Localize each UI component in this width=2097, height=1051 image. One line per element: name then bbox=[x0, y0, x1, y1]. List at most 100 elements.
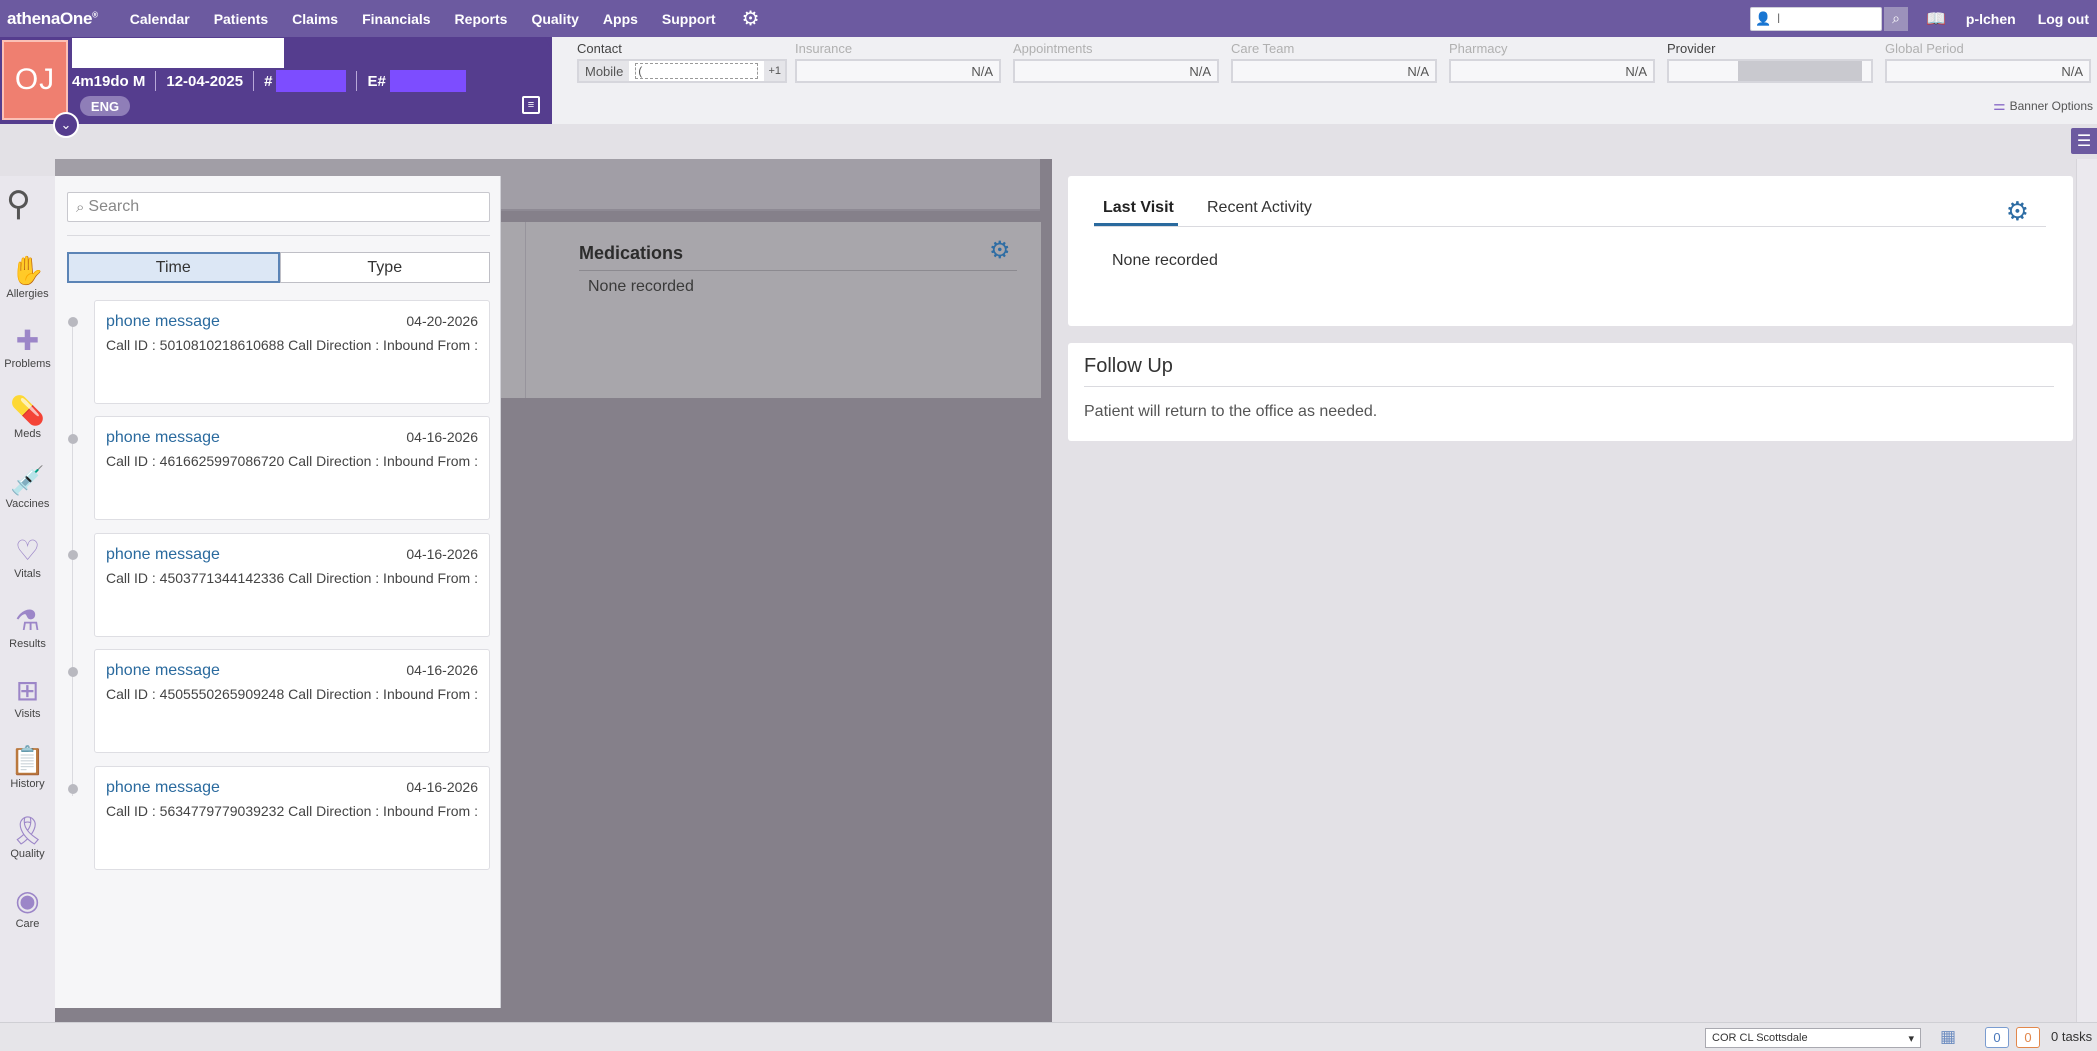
pharmacy-field: Pharmacy N/A bbox=[1449, 41, 1655, 83]
medications-divider bbox=[579, 270, 1017, 271]
calendar-icon[interactable]: ▦ bbox=[1940, 1027, 1956, 1047]
rail-item-allergies[interactable]: ✋ Allergies bbox=[0, 254, 55, 300]
last-visit-empty: None recorded bbox=[1112, 252, 1218, 269]
contact-number[interactable]: ( bbox=[635, 63, 759, 79]
count-badge-blue[interactable]: 0 bbox=[1985, 1027, 2009, 1048]
insurance-box[interactable]: N/A bbox=[795, 59, 1001, 83]
nav-financials[interactable]: Financials bbox=[362, 11, 430, 27]
list-item[interactable]: phone message 04-16-2026 Call ID : 56347… bbox=[94, 766, 490, 870]
timeline-dot bbox=[68, 434, 78, 444]
follow-up-divider bbox=[1084, 386, 2054, 387]
sliders-icon: ⚌ bbox=[1993, 97, 2006, 113]
message-body: Call ID : 5634779779039232 Call Directio… bbox=[106, 803, 478, 819]
message-title[interactable]: phone message bbox=[106, 546, 220, 564]
message-body: Call ID : 5010810218610688 Call Directio… bbox=[106, 337, 478, 353]
last-visit-gear-icon[interactable]: ⚙ bbox=[2006, 196, 2029, 227]
nav-right: 👤 l ⌕ 📖 p-lchen Log out bbox=[1749, 0, 2097, 37]
expand-banner-chevron-icon[interactable]: ⌄ bbox=[53, 112, 79, 138]
list-item[interactable]: phone message 04-16-2026 Call ID : 45055… bbox=[94, 649, 490, 753]
rail-item-results[interactable]: ⚗ Results bbox=[0, 604, 55, 650]
rail-item-care[interactable]: ◉ Care bbox=[0, 884, 55, 930]
rail-item-history[interactable]: 📋 History bbox=[0, 744, 55, 790]
patient-note-icon[interactable]: ≡ bbox=[522, 96, 540, 114]
message-body: Call ID : 4505550265909248 Call Directio… bbox=[106, 686, 478, 702]
nav-support[interactable]: Support bbox=[662, 11, 716, 27]
timeline-flyout: ⌕ Search Time Type phone message 04-20-2… bbox=[55, 176, 501, 1008]
count-badge-orange[interactable]: 0 bbox=[2016, 1027, 2040, 1048]
follow-up-text: Patient will return to the office as nee… bbox=[1084, 403, 1378, 420]
message-date: 04-16-2026 bbox=[406, 429, 478, 445]
message-title[interactable]: phone message bbox=[106, 662, 220, 680]
care-icon: ◉ bbox=[15, 885, 40, 916]
nav-calendar[interactable]: Calendar bbox=[130, 11, 190, 27]
athena-logo[interactable]: athenaOne® bbox=[0, 9, 98, 29]
medications-gear-icon[interactable]: ⚙ bbox=[989, 236, 1011, 265]
appointments-box[interactable]: N/A bbox=[1013, 59, 1219, 83]
rail-item-meds[interactable]: 💊 Meds bbox=[0, 394, 55, 440]
nav-apps[interactable]: Apps bbox=[603, 11, 638, 27]
nav-claims[interactable]: Claims bbox=[292, 11, 338, 27]
top-nav: athenaOne® Calendar Patients Claims Fina… bbox=[0, 0, 2097, 37]
message-title[interactable]: phone message bbox=[106, 779, 220, 797]
patient-demographics: 4m19do M 12-04-2025 # E# bbox=[72, 70, 466, 92]
message-title[interactable]: phone message bbox=[106, 313, 220, 331]
syringe-icon: 💉 bbox=[10, 465, 45, 496]
insurance-field: Insurance N/A bbox=[795, 41, 1001, 83]
department-select[interactable]: COR CL Scottsdale ▾ bbox=[1705, 1028, 1921, 1048]
patient-avatar[interactable]: OJ bbox=[2, 40, 68, 120]
enterprise-id-prefix: E# bbox=[367, 72, 386, 90]
tasks-link[interactable]: 0 tasks bbox=[2051, 1029, 2092, 1044]
hamburger-menu-icon[interactable]: ☰ bbox=[2071, 128, 2097, 154]
enterprise-id-redacted bbox=[389, 70, 466, 92]
left-rail: ⚲ ✋ Allergies ✚ Problems 💊 Meds 💉 Vaccin… bbox=[0, 176, 55, 1022]
rail-item-quality[interactable]: 🎗 Quality bbox=[0, 814, 55, 860]
rail-item-vitals[interactable]: ♡ Vitals bbox=[0, 534, 55, 580]
global-period-box[interactable]: N/A bbox=[1885, 59, 2091, 83]
pharmacy-box[interactable]: N/A bbox=[1449, 59, 1655, 83]
rail-item-vaccines[interactable]: 💉 Vaccines bbox=[0, 464, 55, 510]
nav-patients[interactable]: Patients bbox=[214, 11, 268, 27]
logout-link[interactable]: Log out bbox=[2038, 11, 2089, 27]
message-body: Call ID : 4616625997086720 Call Directio… bbox=[106, 453, 478, 469]
list-item[interactable]: phone message 04-16-2026 Call ID : 46166… bbox=[94, 416, 490, 520]
nav-quality[interactable]: Quality bbox=[531, 11, 578, 27]
patient-id-prefix: # bbox=[264, 72, 273, 90]
username-link[interactable]: p-lchen bbox=[1966, 11, 2016, 27]
contact-box[interactable]: Mobile ( +1 bbox=[577, 59, 787, 83]
list-item[interactable]: phone message 04-16-2026 Call ID : 45037… bbox=[94, 533, 490, 637]
person-icon: 👤 bbox=[1754, 10, 1772, 26]
rail-search-icon[interactable]: ⚲ bbox=[6, 184, 31, 224]
list-item[interactable]: phone message 04-20-2026 Call ID : 50108… bbox=[94, 300, 490, 404]
rail-item-problems[interactable]: ✚ Problems bbox=[0, 324, 55, 370]
tab-recent-activity[interactable]: Recent Activity bbox=[1207, 199, 1312, 217]
patient-age-sex: 4m19do M bbox=[72, 72, 146, 90]
appointments-field: Appointments N/A bbox=[1013, 41, 1219, 83]
settings-gear-icon[interactable]: ⚙ bbox=[742, 6, 760, 31]
provider-box[interactable] bbox=[1667, 59, 1873, 83]
patient-search-input[interactable]: 👤 l bbox=[1749, 6, 1882, 31]
tabs-divider bbox=[1094, 226, 2046, 227]
book-icon[interactable]: 📖 bbox=[1926, 9, 1946, 29]
message-title[interactable]: phone message bbox=[106, 429, 220, 447]
banner-options-link[interactable]: ⚌ Banner Options bbox=[1993, 97, 2093, 114]
timeline-dot bbox=[68, 784, 78, 794]
timeline-dot bbox=[68, 667, 78, 677]
contact-more[interactable]: +1 bbox=[764, 61, 785, 81]
nav-reports[interactable]: Reports bbox=[455, 11, 508, 27]
toggle-time[interactable]: Time bbox=[67, 252, 280, 283]
tab-last-visit[interactable]: Last Visit bbox=[1103, 199, 1174, 217]
pill-icon: 💊 bbox=[10, 395, 45, 426]
contact-field: Contact Mobile ( +1 bbox=[577, 41, 787, 83]
toggle-type[interactable]: Type bbox=[279, 252, 490, 283]
banner-fields: Contact Mobile ( +1 Insurance N/A Appoin… bbox=[552, 37, 2097, 124]
flask-icon: ⚗ bbox=[14, 605, 41, 636]
global-period-field: Global Period N/A bbox=[1885, 41, 2091, 83]
medications-title: Medications bbox=[579, 243, 684, 263]
contact-type[interactable]: Mobile bbox=[579, 61, 630, 81]
flyout-search-input[interactable]: ⌕ Search bbox=[67, 192, 490, 222]
search-icon[interactable]: ⌕ bbox=[1883, 6, 1908, 31]
message-date: 04-16-2026 bbox=[406, 662, 478, 678]
rail-item-visits[interactable]: ⊞ Visits bbox=[0, 674, 55, 720]
care-team-box[interactable]: N/A bbox=[1231, 59, 1437, 83]
medkit-icon: ⊞ bbox=[15, 675, 40, 706]
